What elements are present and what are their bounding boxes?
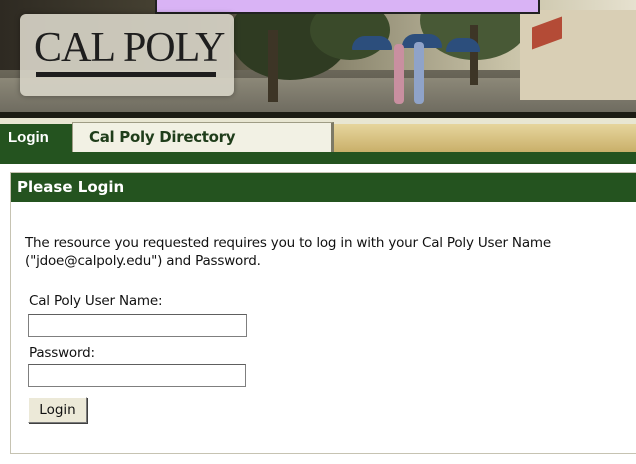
logo-underline bbox=[36, 72, 216, 77]
banner-palm-trunk bbox=[268, 30, 278, 102]
banner-building bbox=[520, 10, 636, 100]
password-label: Password: bbox=[29, 345, 95, 361]
banner-highlight-box bbox=[155, 0, 540, 14]
banner-umbrella bbox=[446, 38, 480, 52]
username-label: Cal Poly User Name: bbox=[29, 293, 163, 309]
login-button[interactable]: Login bbox=[28, 397, 87, 423]
banner-palm-trunk bbox=[470, 25, 478, 85]
password-input[interactable] bbox=[28, 364, 246, 387]
tab-bar-underline bbox=[0, 152, 636, 164]
tab-login[interactable]: Login bbox=[0, 124, 72, 152]
banner-umbrella bbox=[352, 36, 392, 50]
page-bottom bbox=[0, 454, 636, 464]
cal-poly-logo[interactable]: CAL POLY bbox=[20, 14, 234, 96]
spacer bbox=[0, 164, 636, 172]
tab-bar-fill bbox=[330, 124, 636, 152]
header-banner: CAL POLY bbox=[0, 0, 636, 118]
username-input[interactable] bbox=[28, 314, 247, 337]
tab-bar: Login Cal Poly Directory Information bbox=[0, 118, 636, 174]
banner-person bbox=[394, 44, 404, 104]
panel-title: Please Login bbox=[11, 173, 636, 202]
banner-person bbox=[414, 42, 424, 104]
tab-directory-information[interactable]: Cal Poly Directory Information bbox=[72, 122, 334, 174]
login-instructions: The resource you requested requires you … bbox=[25, 235, 551, 269]
logo-wordmark: CAL POLY bbox=[34, 25, 225, 71]
login-panel: Please Login The resource you requested … bbox=[10, 172, 636, 454]
